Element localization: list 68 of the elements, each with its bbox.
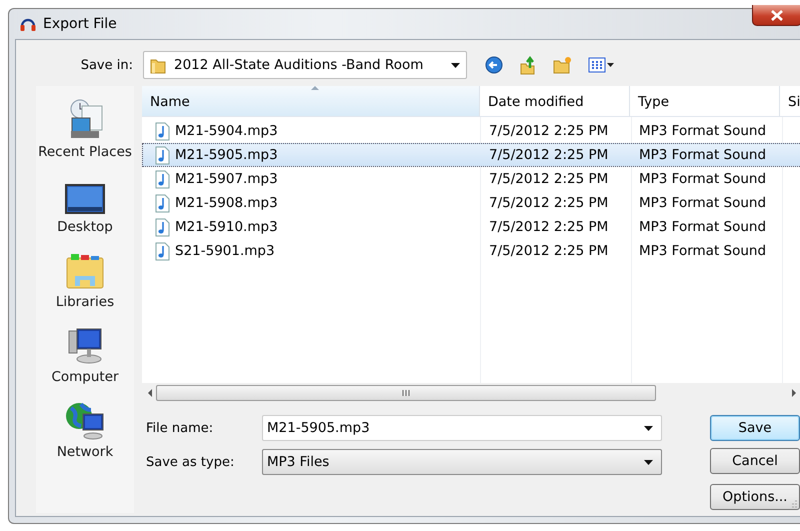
date-cell: 7/5/2012 2:25 PM	[489, 123, 608, 139]
dropdown-arrow-icon	[644, 426, 653, 430]
type-cell: MP3 Format Sound	[639, 171, 766, 187]
file-name-cell: M21-5908.mp3	[175, 195, 278, 211]
scroll-left-icon	[148, 389, 152, 397]
date-cell: 7/5/2012 2:25 PM	[489, 147, 608, 163]
column-header[interactable]: Type	[630, 86, 780, 116]
audio-file-icon	[155, 218, 170, 236]
back-icon[interactable]	[485, 56, 503, 74]
view-menu-icon[interactable]	[588, 56, 615, 74]
save-as-type-label: Save as type:	[146, 454, 236, 470]
sidebar-item[interactable]: Network	[56, 444, 114, 460]
audio-file-icon	[155, 122, 170, 140]
file-row[interactable]: M21-5907.mp3 7/5/2012 2:25 PM MP3 Format Sound	[142, 167, 800, 191]
file-name-cell: M21-5905.mp3	[175, 147, 278, 163]
desktop-icon	[65, 183, 105, 215]
column-header[interactable]: Si	[780, 86, 800, 116]
type-cell: MP3 Format Sound	[639, 195, 766, 211]
file-name-cell: M21-5907.mp3	[175, 171, 278, 187]
type-cell: MP3 Format Sound	[639, 147, 766, 163]
type-cell: MP3 Format Sound	[639, 123, 766, 139]
sort-arrow-icon	[310, 86, 318, 91]
window-title: Export File	[43, 16, 117, 32]
sidebar-item[interactable]: Recent Places	[38, 144, 132, 160]
network-icon	[65, 400, 105, 440]
file-name-cell: S21-5901.mp3	[175, 243, 275, 259]
grip-icon	[402, 389, 410, 397]
new-folder-icon[interactable]	[553, 56, 572, 74]
audio-file-icon	[155, 242, 170, 260]
file-name-field[interactable]: M21-5905.mp3	[262, 415, 662, 441]
horizontal-scrollbar[interactable]	[142, 383, 800, 403]
date-cell: 7/5/2012 2:25 PM	[489, 171, 608, 187]
column-header[interactable]: Date modified	[480, 86, 630, 116]
type-cell: MP3 Format Sound	[639, 219, 766, 235]
file-name-cell: M21-5910.mp3	[175, 219, 278, 235]
libraries-icon	[65, 252, 105, 290]
close-button[interactable]	[752, 5, 800, 26]
save-in-dropdown[interactable]: 2012 All-State Auditions -Band Room	[143, 51, 467, 79]
folder-icon	[150, 56, 166, 74]
audio-file-icon	[155, 194, 170, 212]
sidebar-item[interactable]: Computer	[51, 369, 119, 385]
sidebar-item[interactable]: Desktop	[57, 219, 113, 235]
date-cell: 7/5/2012 2:25 PM	[489, 195, 608, 211]
file-row[interactable]: S21-5901.mp3 7/5/2012 2:25 PM MP3 Format Sound	[142, 239, 800, 263]
file-row[interactable]: M21-5908.mp3 7/5/2012 2:25 PM MP3 Format Sound	[142, 191, 800, 215]
dialog-button[interactable]: Save	[710, 415, 800, 441]
up-folder-icon[interactable]	[519, 56, 537, 74]
save-in-label: Save in:	[80, 58, 134, 72]
save-as-type-dropdown[interactable]: MP3 Files	[262, 449, 662, 475]
dialog-button[interactable]: Options...	[710, 484, 800, 510]
file-row[interactable]: M21-5904.mp3 7/5/2012 2:25 PM MP3 Format Sound	[142, 119, 800, 143]
file-row[interactable]: M21-5905.mp3 7/5/2012 2:25 PM MP3 Format Sound	[142, 143, 800, 167]
dialog-button[interactable]: Cancel	[710, 448, 800, 474]
file-name-label: File name:	[146, 420, 214, 436]
date-cell: 7/5/2012 2:25 PM	[489, 219, 608, 235]
file-row[interactable]: M21-5910.mp3 7/5/2012 2:25 PM MP3 Format Sound	[142, 215, 800, 239]
dropdown-arrow-icon	[451, 62, 460, 68]
scroll-right-icon	[792, 389, 796, 397]
audio-file-icon	[155, 170, 170, 188]
type-cell: MP3 Format Sound	[639, 243, 766, 259]
file-name-cell: M21-5904.mp3	[175, 123, 278, 139]
column-header[interactable]: Name	[142, 86, 480, 116]
close-icon	[771, 10, 783, 20]
date-cell: 7/5/2012 2:25 PM	[489, 243, 608, 259]
sidebar-item[interactable]: Libraries	[56, 294, 114, 310]
resize-grip-icon	[790, 498, 800, 509]
dropdown-arrow-icon	[644, 460, 653, 464]
audio-file-icon	[155, 146, 170, 164]
